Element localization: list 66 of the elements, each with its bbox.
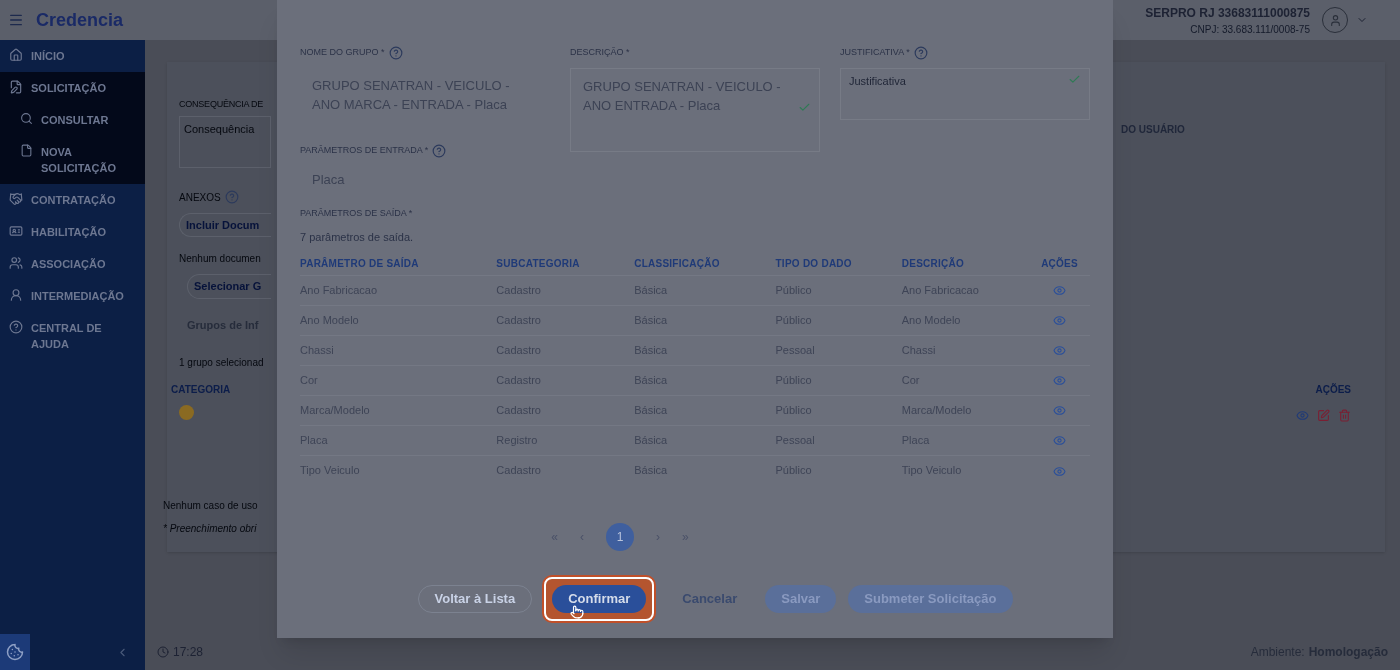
cookie-icon [6, 643, 24, 661]
view-icon[interactable] [1053, 314, 1067, 328]
sidebar-item[interactable]: INÍCIO [0, 40, 145, 72]
menu-icon[interactable] [8, 12, 24, 28]
cookie-button[interactable] [0, 634, 30, 670]
app-logo: Credencia [36, 8, 124, 32]
help-icon [432, 143, 447, 158]
field-label: PARÂMETROS DE SAÍDA * [300, 207, 414, 220]
first-page-button[interactable]: « [551, 528, 558, 546]
sidebar-subitem[interactable]: NOVA SOLICITAÇÃO [0, 136, 145, 184]
help-icon [224, 190, 239, 204]
sidebar-item[interactable]: CENTRAL DE AJUDA [0, 312, 145, 360]
field-label: PARÂMETROS DE ENTRADA * [300, 143, 429, 157]
menu-item-icon [20, 112, 33, 125]
menu-item-icon [20, 144, 33, 157]
sidebar-subitem[interactable]: CONSULTAR [0, 104, 145, 136]
required-note: * Preenchimento obri [163, 522, 258, 536]
column-header: SUBCATEGORIA [496, 253, 635, 275]
column-header: CATEGORIA [171, 383, 232, 397]
sidebar-item[interactable]: ASSOCIAÇÃO [0, 248, 145, 280]
menu-item-icon [9, 80, 23, 94]
view-icon[interactable] [1053, 374, 1067, 388]
column-header: AÇÕES [1315, 382, 1351, 397]
justification-field[interactable]: Justificativa [840, 68, 1090, 120]
menu-item-icon [9, 224, 23, 238]
field-label: DESCRIÇÃO * [570, 46, 631, 59]
sidebar-item[interactable]: INTERMEDIAÇÃO [0, 280, 145, 312]
menu-item-icon [9, 288, 23, 302]
consequence-field[interactable]: Consequência [179, 115, 271, 168]
dialog-button[interactable]: Confirmar [552, 585, 647, 613]
view-icon[interactable] [1053, 464, 1067, 478]
category-badge-icon [179, 405, 194, 420]
no-use-cases-text: Nenhum caso de uso [163, 499, 259, 513]
help-icon [913, 46, 928, 60]
sidebar-item[interactable]: SOLICITAÇÃO [0, 72, 145, 104]
column-header: PARÂMETRO DE SAÍDA [300, 253, 497, 275]
field-label: JUSTIFICATIVA * [840, 46, 910, 60]
page-button[interactable]: 1 [606, 523, 634, 551]
field-label: ANEXOS [179, 190, 221, 205]
clock-icon [157, 646, 169, 658]
view-icon[interactable] [1053, 434, 1067, 448]
view-icon[interactable] [1053, 344, 1067, 358]
user-cnpj: CNPJ: 33.683.111/0008-75 [1190, 22, 1310, 37]
no-documents-text: Nenhum documen [179, 252, 262, 266]
delete-icon[interactable] [1338, 409, 1351, 422]
column-header: DESCRIÇÃO [901, 253, 1030, 275]
output-params-count: 7 parâmetros de saída. [300, 229, 415, 245]
sidebar-item[interactable]: CONTRATAÇÃO [0, 184, 145, 216]
view-icon[interactable] [1053, 404, 1067, 418]
groups-count: 1 grupo selecionad [179, 356, 265, 370]
menu-item-icon [9, 192, 23, 206]
last-page-button[interactable]: » [682, 528, 689, 546]
menu-item-icon [9, 320, 23, 334]
menu-item-icon [9, 256, 23, 270]
column-header: TIPO DO DADO [775, 253, 902, 275]
column-header: AÇÕES [1029, 253, 1090, 275]
sidebar-item[interactable]: HABILITAÇÃO [0, 216, 145, 248]
help-icon [388, 46, 403, 60]
user-name: SERPRO RJ 33683111000875 [1145, 4, 1310, 22]
column-header: CLASSIFICAÇÃO [634, 253, 776, 275]
view-icon[interactable] [1053, 284, 1067, 298]
field-label: NOME DO GRUPO * [300, 46, 385, 60]
view-icon[interactable] [1296, 409, 1309, 422]
menu-item-icon [9, 48, 23, 62]
field-label: CONSEQUÊNCIA DE [179, 98, 265, 111]
edit-icon[interactable] [1317, 409, 1330, 422]
